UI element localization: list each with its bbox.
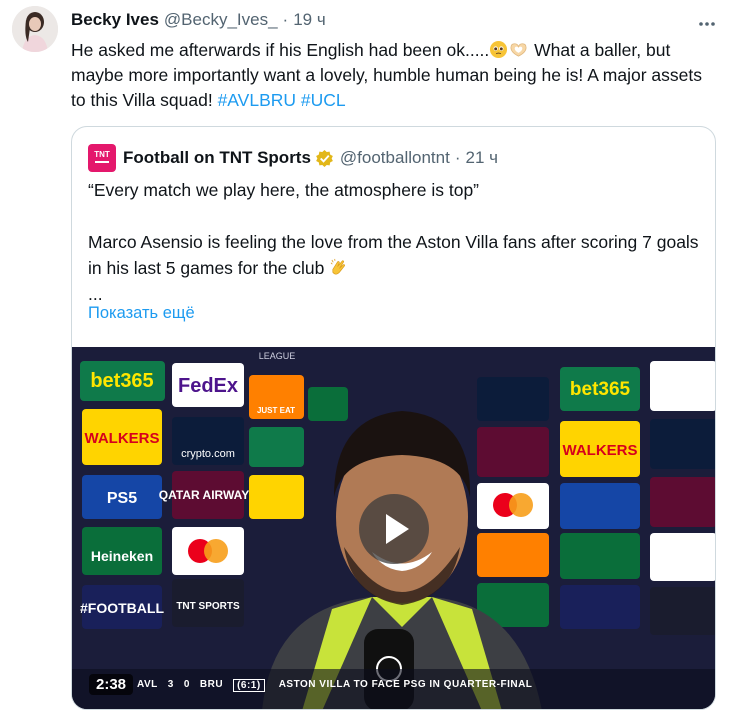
- more-options-button[interactable]: [695, 14, 719, 34]
- author-avatar[interactable]: [12, 6, 58, 52]
- more-dots-icon: [699, 22, 715, 26]
- board-walkers-right: WALKERS: [563, 442, 638, 459]
- board-tnt-left: TNT SPORTS: [176, 601, 240, 612]
- quoted-author-avatar[interactable]: TNT: [88, 144, 116, 172]
- quoted-tweet-time[interactable]: 21 ч: [465, 148, 498, 168]
- board-league-label: LEAGUE: [259, 351, 296, 361]
- clapping-hands-emoji: [330, 258, 346, 275]
- quoted-paragraph-1: “Every match we play here, the atmospher…: [88, 180, 480, 200]
- board-bet365-left: bet365: [90, 370, 153, 392]
- header-separator: ·: [282, 10, 289, 29]
- quoted-author-handle[interactable]: @footballontnt: [340, 148, 450, 168]
- author-handle[interactable]: @Becky_Ives_: [164, 10, 278, 30]
- pleading-face-emoji: [490, 40, 508, 59]
- tweet-time[interactable]: 19 ч: [293, 10, 326, 30]
- tweet-text-part1: He asked me afterwards if his English ha…: [71, 40, 490, 60]
- board-ps5-left: PS5: [107, 490, 137, 507]
- board-bet365-right: bet365: [570, 379, 631, 400]
- show-more-link[interactable]: Показать ещё: [88, 304, 195, 323]
- heart-hands-emoji: [510, 43, 527, 57]
- board-qatar-left: QATAR AIRWAYS: [159, 488, 257, 502]
- quoted-paragraph-2: Marco Asensio is feeling the love from t…: [88, 229, 708, 281]
- play-icon: [386, 514, 409, 544]
- video-duration: 2:38: [89, 674, 134, 695]
- hashtag-ucl[interactable]: #UCL: [301, 90, 346, 110]
- score-ticker: AVL 3 0 BRU (6:1) ASTON VILLA TO FACE PS…: [137, 679, 532, 692]
- tweet-body: Becky Ives @Becky_Ives_ · 19 ч He asked …: [71, 8, 719, 113]
- author-name[interactable]: Becky Ives: [71, 10, 159, 30]
- board-justeat-left: JUST EAT: [257, 406, 295, 415]
- ticker-note: ASTON VILLA TO FACE PSG IN QUARTER-FINAL: [278, 679, 533, 690]
- board-walkers-left: WALKERS: [85, 430, 160, 447]
- tweet-header: Becky Ives @Becky_Ives_ · 19 ч: [71, 8, 719, 32]
- video-player[interactable]: bet365 FedEx JUST EAT WALKERS crypto.com…: [72, 347, 715, 709]
- tweet[interactable]: Becky Ives @Becky_Ives_ · 19 ч He asked …: [0, 0, 730, 720]
- verified-badge-icon: [316, 149, 333, 167]
- tweet-text: He asked me afterwards if his English ha…: [71, 38, 711, 113]
- quoted-tweet[interactable]: TNT Football on TNT Sports @footballontn…: [71, 126, 716, 710]
- quoted-tweet-header: TNT Football on TNT Sports @footballontn…: [88, 144, 498, 172]
- quoted-tweet-text: “Every match we play here, the atmospher…: [88, 177, 708, 307]
- board-football-left: #FOOTBALL: [80, 600, 164, 616]
- ticker-home-score: 3: [167, 679, 174, 690]
- quoted-author-name[interactable]: Football on TNT Sports: [123, 148, 311, 168]
- ticker-away-score: 0: [183, 679, 190, 690]
- board-fedex-left: FedEx: [178, 375, 238, 397]
- board-heineken-left: Heineken: [91, 548, 153, 564]
- quoted-avatar-text: TNT: [94, 150, 110, 159]
- quoted-paragraph-2-text: Marco Asensio is feeling the love from t…: [88, 232, 699, 278]
- ticker-aggregate: (6:1): [233, 679, 265, 692]
- hashtag-avlbru[interactable]: #AVLBRU: [218, 90, 296, 110]
- board-crypto-left: crypto.com: [181, 448, 235, 460]
- quoted-header-separator: ·: [454, 148, 461, 167]
- ticker-away: BRU: [199, 679, 224, 690]
- play-button[interactable]: [359, 494, 429, 564]
- ticker-home: AVL: [137, 679, 158, 690]
